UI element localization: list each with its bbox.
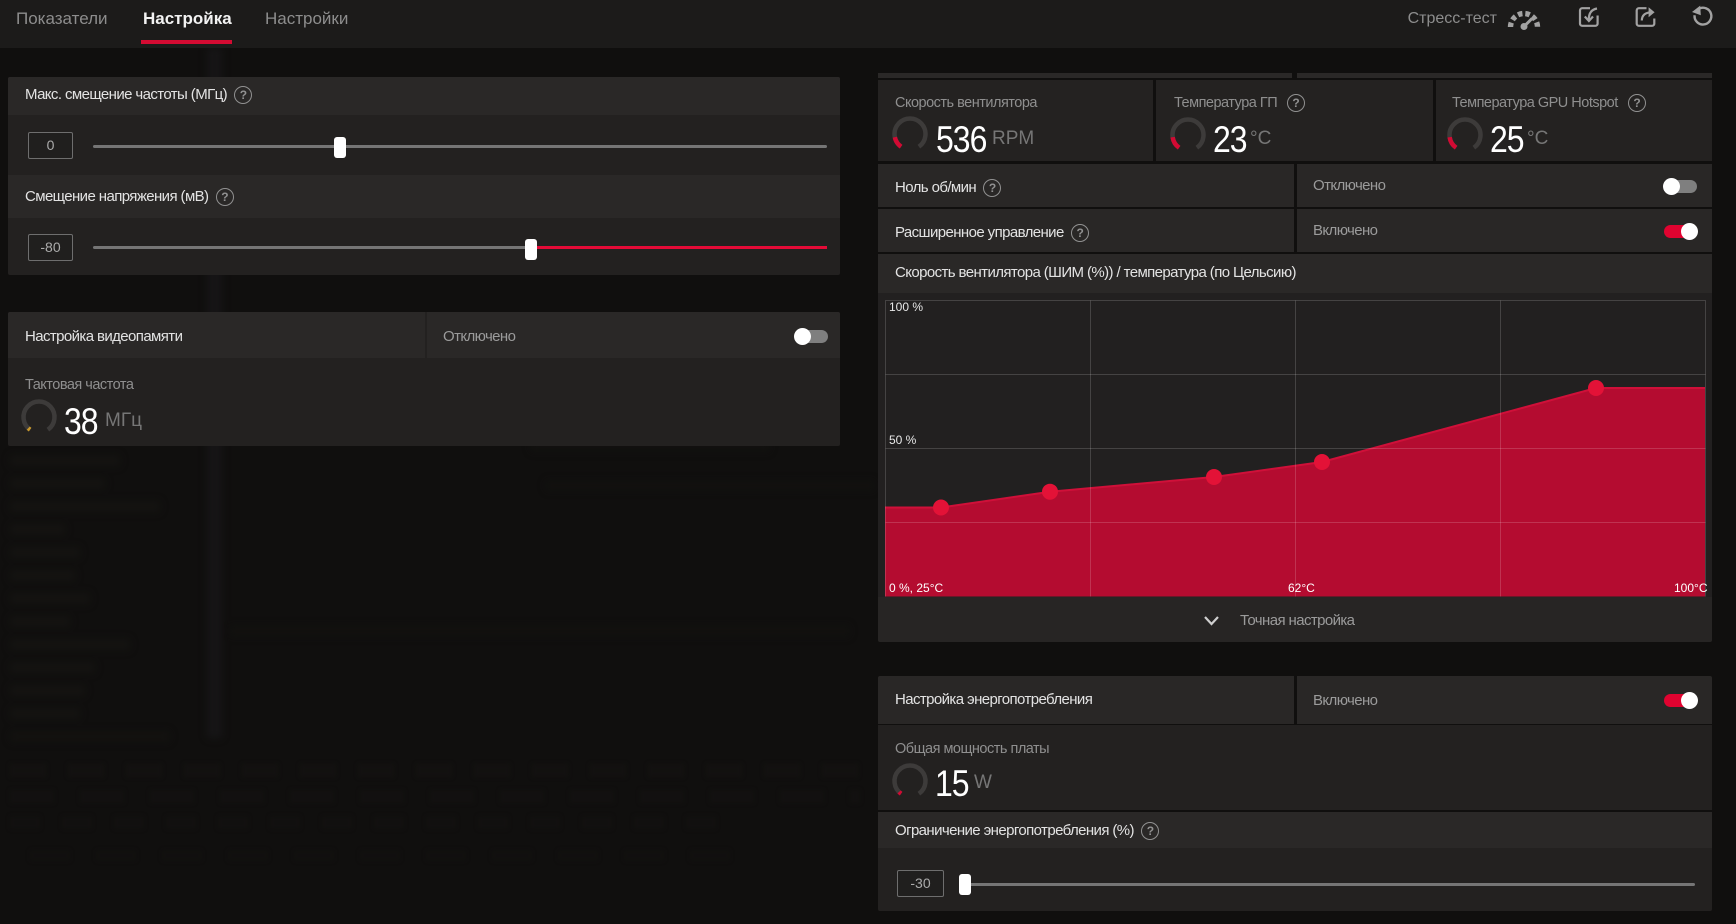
svg-text:100°C: 100°C xyxy=(1674,581,1708,595)
svg-text:0 %, 25°C: 0 %, 25°C xyxy=(889,581,943,595)
svg-text:62°C: 62°C xyxy=(1288,581,1315,595)
svg-text:100 %: 100 % xyxy=(889,300,923,314)
svg-text:50 %: 50 % xyxy=(889,433,917,447)
